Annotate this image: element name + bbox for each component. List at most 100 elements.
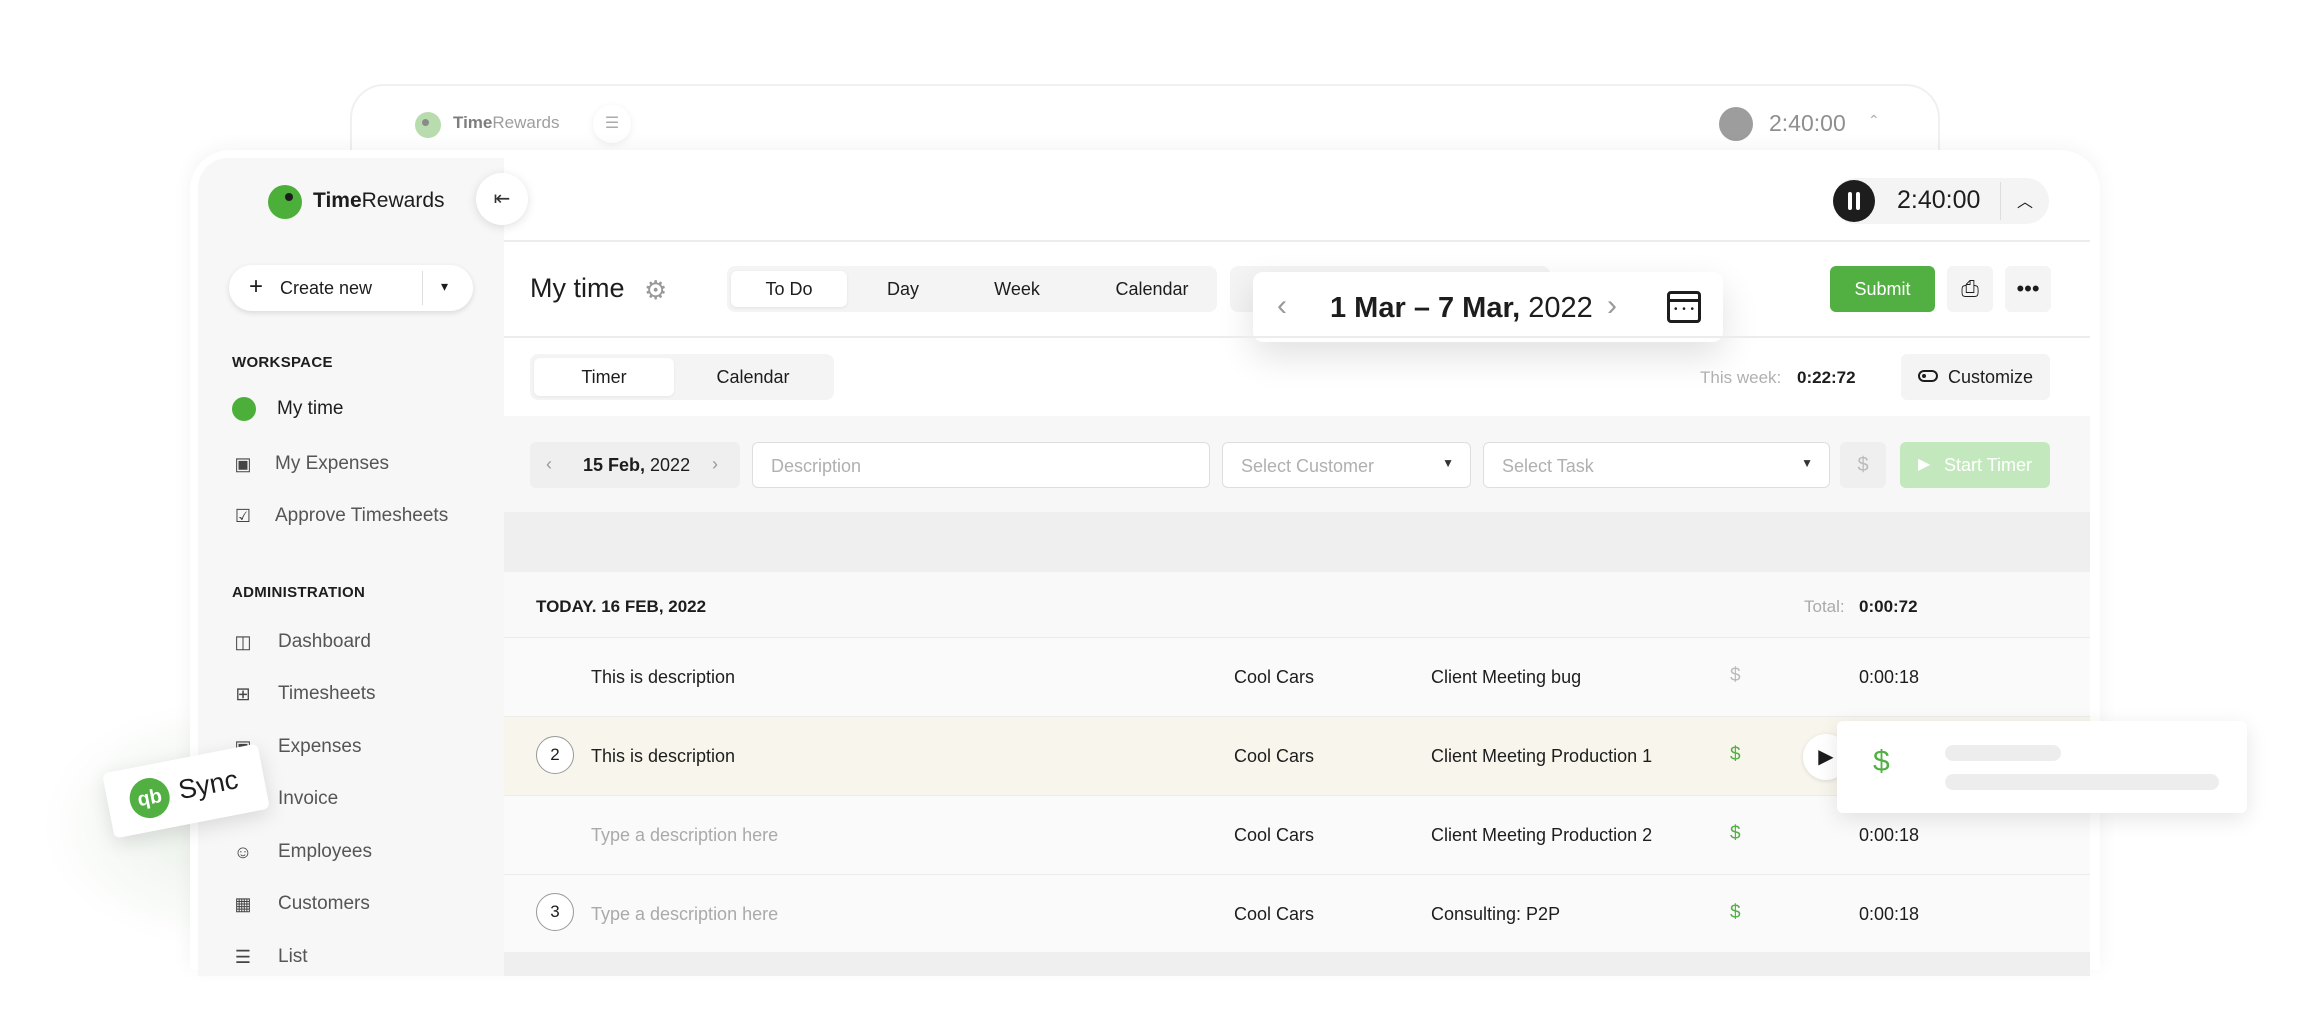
task-select[interactable]: Select Task ▼ [1483, 442, 1830, 488]
customize-button[interactable]: Customize [1901, 354, 2050, 400]
row-description[interactable]: This is description [591, 746, 735, 767]
quickbooks-logo-icon: qb [126, 774, 174, 822]
chevron-up-icon[interactable]: ︿ [2017, 188, 2033, 212]
row-time: 0:00:18 [1859, 825, 1920, 845]
entry-count-badge[interactable]: 2 [536, 736, 574, 774]
billable-toggle[interactable]: $ [1840, 442, 1886, 488]
row-task[interactable]: Client Meeting Production 1 [1431, 746, 1652, 767]
running-timer: 2:40:00 [1897, 186, 1981, 214]
divider [422, 271, 423, 305]
sidebar-item-timesheets[interactable]: Timesheets [278, 683, 376, 705]
grid-icon: ⊞ [235, 684, 251, 704]
chevron-down-icon: ▼ [1442, 456, 1454, 470]
page-title: My time [530, 273, 625, 303]
collapse-icon: ⇤ [493, 188, 511, 210]
day-group-header [504, 572, 2090, 638]
row-task[interactable]: Client Meeting bug [1431, 667, 1581, 688]
billable-icon[interactable]: $ [1730, 823, 1741, 845]
tab-to-do[interactable]: To Do [731, 271, 847, 307]
sync-label: Sync [175, 764, 241, 806]
sidebar-item-employees[interactable]: Employees [278, 841, 372, 863]
dollar-icon: $ [1873, 745, 1890, 778]
gear-icon[interactable]: ⚙ [644, 275, 667, 306]
this-week-label: This week: [1700, 368, 1782, 387]
sidebar-item-dashboard[interactable]: Dashboard [278, 631, 371, 653]
sidebar-item-approve-timesheets[interactable]: Approve Timesheets [275, 505, 448, 527]
row-customer[interactable]: Cool Cars [1234, 904, 1314, 925]
sidebar-item-list[interactable]: List [278, 946, 308, 968]
this-week-value: 0:22:72 [1797, 368, 1856, 387]
entry-date-picker: ‹ 15 Feb, 2022 › [530, 442, 740, 488]
check-square-icon: ☑ [234, 506, 252, 526]
tab-calendar-mode[interactable]: Calendar [678, 358, 828, 396]
play-icon: ▶ [1818, 746, 1834, 768]
ghost-pause-icon [1719, 107, 1753, 141]
description-input[interactable]: Description [752, 442, 1210, 488]
row-customer[interactable]: Cool Cars [1234, 825, 1314, 846]
row-task[interactable]: Client Meeting Production 2 [1431, 825, 1652, 846]
entry-count-badge[interactable]: 3 [536, 893, 574, 931]
people-icon: ☺ [233, 842, 253, 862]
row-description-placeholder[interactable]: Type a description here [591, 825, 778, 846]
row-time: 0:00:18 [1859, 904, 1920, 924]
skeleton-line [1945, 745, 2061, 761]
sidebar-item-invoice[interactable]: Invoice [278, 788, 338, 810]
day-total-value: 0:00:72 [1859, 597, 1918, 616]
play-icon: ▶ [1918, 456, 1931, 473]
entry-date[interactable]: 15 Feb, 2022 [583, 455, 690, 476]
divider [504, 336, 2090, 338]
create-new-label: Create new [280, 278, 373, 298]
tab-calendar[interactable]: Calendar [1079, 271, 1225, 307]
pause-button[interactable] [1833, 180, 1875, 222]
app-logo[interactable]: TimeRewards [313, 189, 445, 213]
workspace-heading: WORKSPACE [232, 354, 333, 371]
gauge-icon [232, 397, 256, 421]
sidebar-item-customers[interactable]: Customers [278, 893, 370, 915]
tab-timer[interactable]: Timer [534, 358, 674, 396]
calendar-icon[interactable] [1667, 291, 1701, 323]
layout-icon: ◫ [234, 632, 252, 652]
billable-icon[interactable]: $ [1730, 902, 1741, 924]
chevron-right-icon[interactable]: › [1607, 289, 1617, 323]
customize-label: Customize [1948, 367, 2034, 387]
date-range: 1 Mar – 7 Mar, 2022 [1330, 292, 1593, 324]
ghost-logo: TimeRewards [453, 113, 560, 132]
spacer [504, 952, 2090, 976]
ghost-logo-icon [415, 112, 441, 138]
customer-select[interactable]: Select Customer ▼ [1222, 442, 1471, 488]
skeleton-line [1945, 774, 2219, 790]
row-customer[interactable]: Cool Cars [1234, 746, 1314, 767]
administration-heading: ADMINISTRATION [232, 584, 366, 601]
billable-popover: $ [1837, 721, 2247, 813]
wallet-icon: ▣ [234, 454, 252, 474]
spacer [504, 512, 2090, 572]
create-new-button[interactable]: + Create new ▾ [229, 265, 473, 311]
day-total-label: Total: [1804, 597, 1845, 616]
start-timer-button[interactable]: ▶ Start Timer [1900, 442, 2050, 488]
row-description-placeholder[interactable]: Type a description here [591, 904, 778, 925]
chevron-left-icon[interactable]: ‹ [546, 454, 552, 475]
day-title: TODAY. 16 FEB, 2022 [536, 597, 707, 616]
row-description[interactable]: This is description [591, 667, 735, 688]
ghost-timer: 2:40:00 [1769, 110, 1846, 136]
tab-day[interactable]: Day [851, 271, 955, 307]
list-icon: ☰ [234, 947, 252, 967]
billable-icon[interactable]: $ [1730, 744, 1741, 766]
tab-week[interactable]: Week [961, 271, 1073, 307]
print-button[interactable]: ⎙ [1947, 266, 1993, 312]
billable-icon[interactable]: $ [1730, 665, 1741, 687]
submit-button[interactable]: Submit [1830, 266, 1935, 312]
sidebar-item-expenses[interactable]: Expenses [278, 736, 361, 758]
chevron-down-icon[interactable]: ▾ [441, 278, 448, 295]
toggle-icon [1918, 370, 1938, 382]
sidebar-item-my-time[interactable]: My time [277, 398, 344, 420]
logo-icon [268, 185, 302, 219]
divider [2000, 182, 2001, 220]
chevron-left-icon[interactable]: ‹ [1277, 289, 1287, 323]
row-customer[interactable]: Cool Cars [1234, 667, 1314, 688]
sidebar-item-my-expenses[interactable]: My Expenses [275, 453, 389, 475]
chevron-right-icon[interactable]: › [712, 454, 718, 475]
more-button[interactable]: ••• [2005, 266, 2051, 312]
collapse-sidebar-button[interactable]: ⇤ [476, 173, 528, 225]
row-task[interactable]: Consulting: P2P [1431, 904, 1560, 925]
